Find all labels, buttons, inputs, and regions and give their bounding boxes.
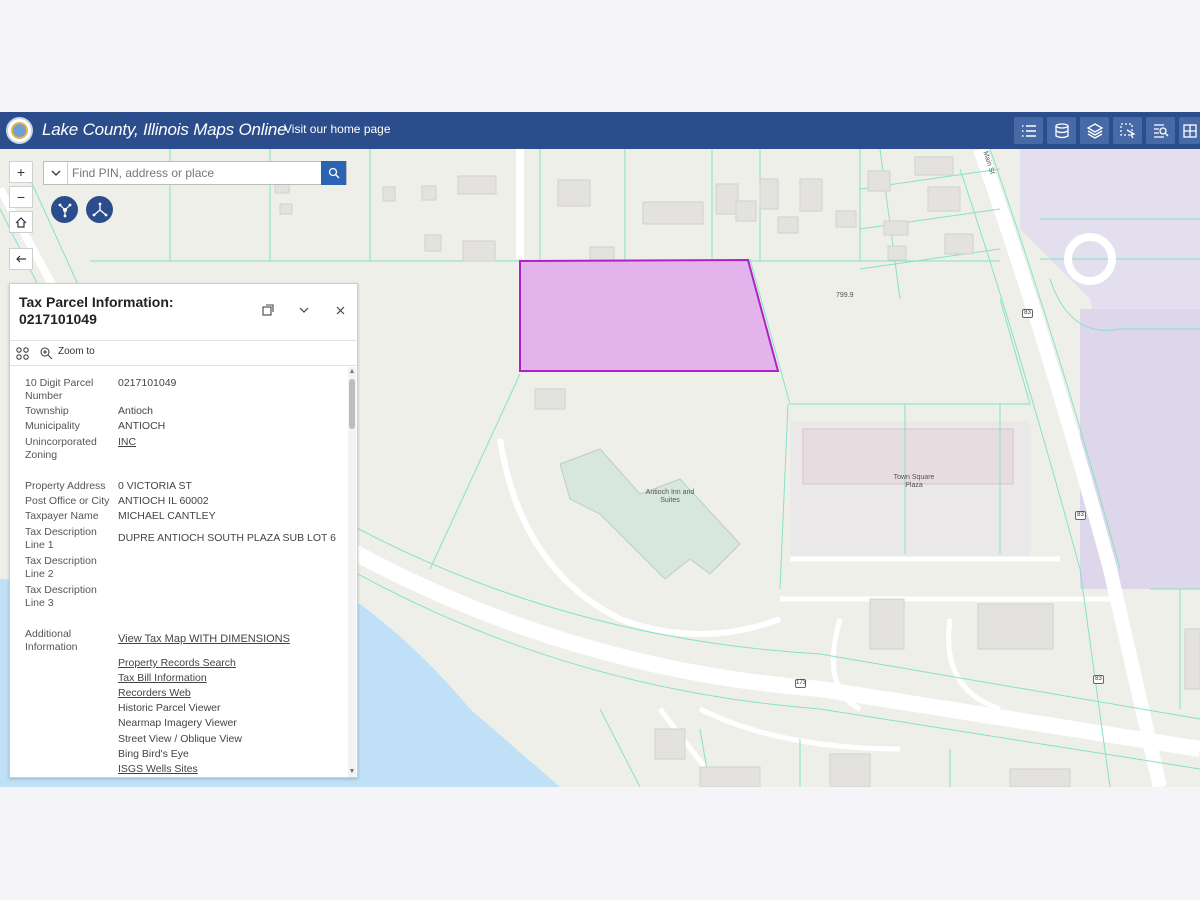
select-button[interactable]: [1113, 117, 1142, 144]
dock-icon: [262, 304, 274, 316]
scroll-up-icon[interactable]: ▲: [348, 368, 356, 376]
basemap-button[interactable]: [1047, 117, 1076, 144]
recorders-web-link[interactable]: Recorders Web: [118, 687, 343, 700]
scroll-thumb[interactable]: [349, 379, 355, 429]
basemap-icon: [1054, 122, 1069, 138]
field-label: Post Office or City: [25, 495, 110, 507]
street-view-link[interactable]: Street View / Oblique View: [118, 733, 343, 746]
field-value: 0 VICTORIA ST: [118, 480, 192, 492]
field-value: MICHAEL CANTLEY: [118, 510, 216, 522]
historic-parcel-link[interactable]: Historic Parcel Viewer: [118, 702, 343, 715]
close-icon: [336, 306, 344, 314]
tax-parcel-panel: Tax Parcel Information: 0217101049 Zoom …: [9, 283, 358, 778]
close-button[interactable]: [332, 302, 348, 318]
field-value: ANTIOCH: [118, 420, 166, 432]
collapse-button[interactable]: [296, 302, 312, 318]
county-seal-logo: [6, 117, 33, 144]
route-83-shield: 83: [1022, 309, 1033, 318]
field-label: Tax Description Line 1: [25, 526, 97, 551]
chevron-down-icon: [51, 170, 60, 176]
field-label: Township: [25, 405, 69, 417]
zoom-to-button[interactable]: Zoom to: [58, 346, 95, 357]
select-icon: [1119, 122, 1136, 138]
route-83-shield: 83: [1093, 675, 1104, 684]
arrow-left-icon: [16, 255, 26, 263]
home-button[interactable]: [9, 211, 33, 233]
field-label: Property Address: [25, 480, 106, 492]
search-bar: [43, 161, 347, 185]
field-label: Taxpayer Name: [25, 510, 99, 522]
zoom-in-button[interactable]: +: [9, 161, 33, 183]
hotel-label: Antioch Inn and Suites: [645, 489, 695, 504]
zoom-out-button[interactable]: −: [9, 186, 33, 208]
field-value: Antioch: [118, 405, 154, 417]
legend-button[interactable]: [1014, 117, 1043, 144]
legend-icon: [1021, 124, 1036, 137]
zoning-link[interactable]: INC: [118, 436, 343, 449]
field-label: Tax Description Line 3: [25, 584, 97, 609]
grid-button[interactable]: [1179, 117, 1200, 144]
field-value: DUPRE ANTIOCH SOUTH PLAZA SUB LOT 6: [118, 532, 337, 544]
collapse-panel-button[interactable]: [9, 248, 33, 270]
isgs-wells-link[interactable]: ISGS Wells Sites: [118, 763, 343, 776]
field-value: ANTIOCH IL 60002: [118, 495, 209, 507]
field-label: 10 Digit Parcel Number: [25, 377, 94, 402]
home-icon: [15, 217, 27, 228]
share-widget-button[interactable]: [51, 196, 78, 223]
field-label: Tax Description Line 2: [25, 555, 97, 580]
layers-button[interactable]: [1080, 117, 1109, 144]
query-button[interactable]: [1146, 117, 1175, 144]
field-label: Municipality: [25, 420, 80, 432]
panel-scrollbar[interactable]: ▲ ▼: [348, 367, 356, 777]
app-header: Lake County, Illinois Maps Online Visit …: [0, 112, 1200, 149]
actions-grid-icon[interactable]: [16, 347, 29, 360]
home-page-link[interactable]: Visit our home page: [284, 122, 391, 136]
grid-icon: [1182, 123, 1197, 138]
panel-title: Tax Parcel Information: 0217101049: [19, 294, 174, 327]
scroll-down-icon[interactable]: ▼: [348, 768, 356, 776]
parcel-attributes: 10 Digit Parcel Number 0217101049 Townsh…: [10, 367, 350, 777]
tax-map-link[interactable]: View Tax Map WITH DIMENSIONS: [118, 633, 343, 646]
nearmap-link[interactable]: Nearmap Imagery Viewer: [118, 717, 343, 730]
parcel-number-label: 799.9: [836, 292, 854, 299]
measure-icon: [92, 202, 107, 216]
selected-parcel: [519, 258, 780, 372]
tax-bill-link[interactable]: Tax Bill Information: [118, 672, 343, 685]
hotel-building: [559, 448, 741, 580]
map-application: 799.9 Main St Antioch Inn and Suites Tow…: [0, 112, 1200, 787]
search-input[interactable]: [72, 164, 318, 182]
zoom-to-icon[interactable]: [40, 347, 53, 360]
query-icon: [1153, 123, 1168, 138]
route-83-shield: 83: [1075, 511, 1086, 520]
bing-birds-eye-link[interactable]: Bing Bird's Eye: [118, 748, 343, 761]
chevron-down-icon: [299, 307, 309, 313]
app-title: Lake County, Illinois Maps Online: [42, 120, 287, 139]
plaza-label: Town Square Plaza: [893, 474, 935, 489]
field-label: Additional Information: [25, 628, 78, 653]
field-value: 0217101049: [118, 377, 177, 389]
measure-widget-button[interactable]: [86, 196, 113, 223]
layers-icon: [1086, 122, 1103, 139]
route-173-shield: 173: [795, 679, 807, 688]
field-label: Unincorporated Zoning: [25, 436, 97, 461]
property-records-link[interactable]: Property Records Search: [118, 657, 343, 670]
panel-toolbar: Zoom to: [10, 340, 357, 366]
network-icon: [58, 203, 71, 217]
search-button[interactable]: [321, 161, 346, 185]
dock-button[interactable]: [260, 302, 276, 318]
search-source-dropdown[interactable]: [44, 162, 68, 184]
search-icon: [328, 167, 339, 179]
